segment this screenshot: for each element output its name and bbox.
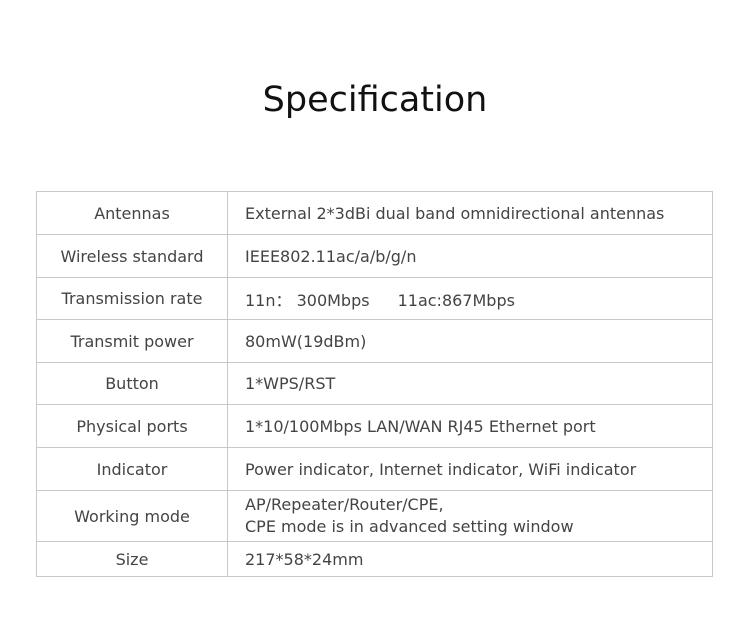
row-label: Transmission rate <box>36 277 228 320</box>
row-value: IEEE802.11ac/a/b/g/n <box>227 234 713 278</box>
row-value: AP/Repeater/Router/CPE, CPE mode is in ad… <box>227 490 713 542</box>
row-label: Size <box>36 541 228 577</box>
row-label: Transmit power <box>36 319 228 363</box>
table-row-size: Size 217*58*24mm <box>36 541 713 577</box>
row-label: Physical ports <box>36 404 228 448</box>
row-label: Antennas <box>36 191 228 235</box>
row-value: 11n： 300Mbps 11ac:867Mbps <box>227 277 713 320</box>
table-row-button: Button 1*WPS/RST <box>36 362 713 405</box>
table-row-indicator: Indicator Power indicator, Internet indi… <box>36 447 713 491</box>
row-value: External 2*3dBi dual band omnidirectiona… <box>227 191 713 235</box>
table-row-antennas: Antennas External 2*3dBi dual band omnid… <box>36 191 713 235</box>
table-row-transmit-power: Transmit power 80mW(19dBm) <box>36 319 713 363</box>
table-row-transmission-rate: Transmission rate 11n： 300Mbps 11ac:867Mb… <box>36 277 713 320</box>
row-label: Indicator <box>36 447 228 491</box>
row-label: Button <box>36 362 228 405</box>
table-row-wireless-standard: Wireless standard IEEE802.11ac/a/b/g/n <box>36 234 713 278</box>
row-value: 1*10/100Mbps LAN/WAN RJ45 Ethernet port <box>227 404 713 448</box>
row-value: 217*58*24mm <box>227 541 713 577</box>
rate-11ac: 11ac:867Mbps <box>397 290 515 310</box>
table-row-working-mode: Working mode AP/Repeater/Router/CPE, CPE … <box>36 490 713 542</box>
row-value: 1*WPS/RST <box>227 362 713 405</box>
row-label: Working mode <box>36 490 228 542</box>
value-line-1: AP/Repeater/Router/CPE, <box>245 495 444 514</box>
table-row-physical-ports: Physical ports 1*10/100Mbps LAN/WAN RJ45… <box>36 404 713 448</box>
row-value: Power indicator, Internet indicator, WiF… <box>227 447 713 491</box>
row-value: 80mW(19dBm) <box>227 319 713 363</box>
page-title: Specification <box>262 80 488 120</box>
specification-table: Antennas External 2*3dBi dual band omnid… <box>36 191 713 577</box>
row-label: Wireless standard <box>36 234 228 278</box>
value-line-2: CPE mode is in advanced setting window <box>245 517 574 536</box>
rate-11n: 11n： 300Mbps <box>245 290 370 310</box>
